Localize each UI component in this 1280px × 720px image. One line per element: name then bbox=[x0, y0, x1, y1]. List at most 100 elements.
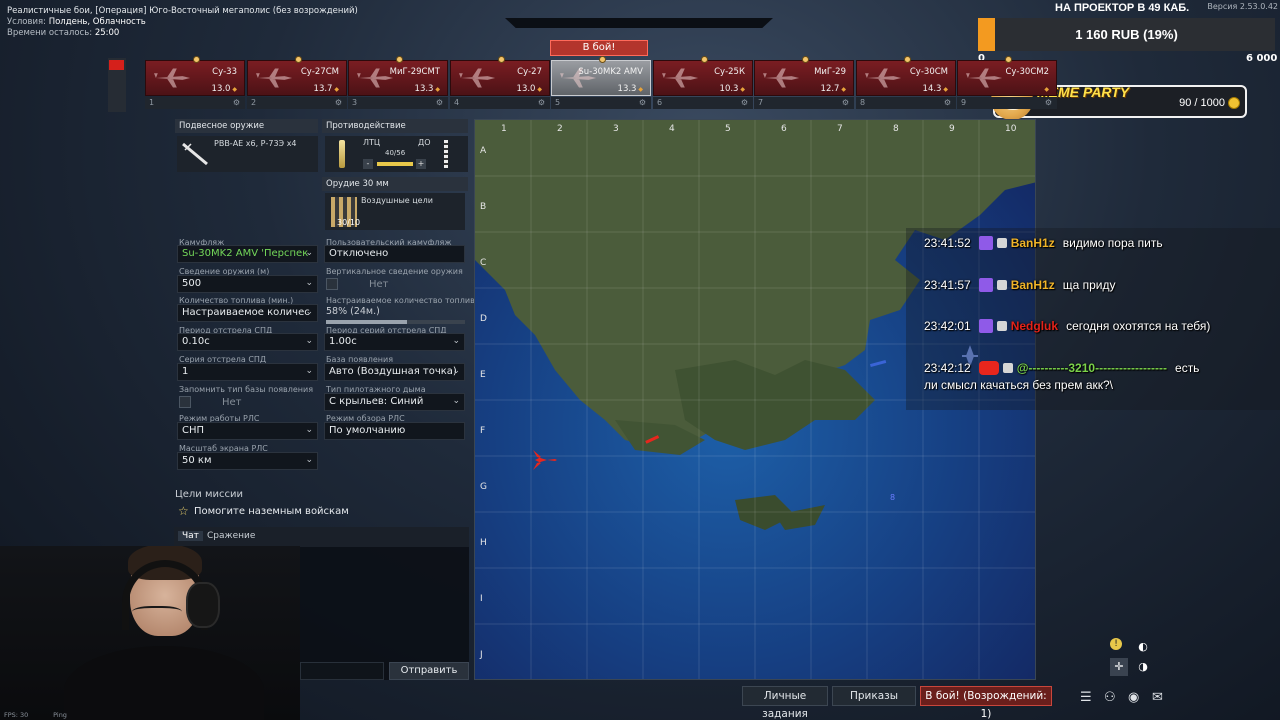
mail-icon[interactable]: ✉ bbox=[1152, 690, 1163, 705]
top-notch bbox=[505, 18, 773, 28]
aircraft-br: 13.0 bbox=[212, 84, 237, 94]
aircraft-slot[interactable]: Су-25К 10.3 bbox=[653, 56, 753, 96]
twitch-icon bbox=[978, 236, 993, 250]
star-icon: ☆ bbox=[178, 504, 189, 518]
mouse-icon[interactable]: ◐ bbox=[1134, 638, 1152, 656]
spawn-base-select[interactable]: Авто (Воздушная точка) ⌄ bbox=[324, 363, 465, 381]
tab-battle[interactable]: Сражение bbox=[207, 531, 255, 541]
radar-scale-value: 50 км bbox=[182, 455, 212, 466]
suspended-weapons-slot[interactable]: РВВ-АЕ х6, Р-73Э х4 bbox=[177, 136, 318, 172]
cm-ratio-slider[interactable] bbox=[377, 162, 413, 166]
chevron-down-icon: ⌄ bbox=[452, 396, 460, 406]
cm-series-value: 1 bbox=[182, 366, 189, 377]
cm-series-period-value: 1.00с bbox=[329, 336, 357, 347]
move-icon[interactable]: ✛ bbox=[1110, 658, 1128, 676]
map-col-label: 8 bbox=[893, 124, 899, 134]
aircraft-slot[interactable]: Су-30СМ2 bbox=[957, 56, 1057, 96]
aircraft-name: МиГ-29 bbox=[814, 67, 846, 77]
nation-flag bbox=[108, 58, 126, 112]
spawn-button[interactable]: В бой! (Возрождений: 1) bbox=[920, 686, 1052, 720]
gear-icon[interactable]: ⚙ bbox=[1045, 98, 1052, 107]
gear-icon[interactable]: ⚙ bbox=[538, 98, 545, 107]
slot-status-icon bbox=[498, 56, 505, 63]
personal-tasks-button[interactable]: Личные задания bbox=[742, 686, 828, 720]
vertical-conv-toggle[interactable] bbox=[326, 278, 338, 290]
mission-goals-title: Цели миссии bbox=[175, 489, 244, 500]
camo-select[interactable]: Su-30MK2 AMV 'Перспек ⌄ bbox=[177, 245, 318, 263]
cm-increase-button[interactable]: + bbox=[416, 159, 426, 169]
convergence-select[interactable]: 500 ⌄ bbox=[177, 275, 318, 293]
gear-icon[interactable]: ⚙ bbox=[335, 98, 342, 107]
map-row-label: J bbox=[479, 650, 483, 660]
countermeasures-slot[interactable]: ЛТЦ ДО 40/56 - + bbox=[325, 136, 468, 172]
slot-status-icon bbox=[295, 56, 302, 63]
map-col-label: 3 bbox=[613, 124, 619, 134]
slot-status-icon bbox=[1005, 56, 1012, 63]
streamer-shirt bbox=[64, 646, 264, 720]
radar-scale-select[interactable]: 50 км ⌄ bbox=[177, 452, 318, 470]
cm-decrease-button[interactable]: - bbox=[363, 159, 373, 169]
smoke-select[interactable]: С крыльев: Синий ⌄ bbox=[324, 393, 465, 411]
remember-base-toggle[interactable] bbox=[179, 396, 191, 408]
chevron-down-icon: ⌄ bbox=[305, 278, 313, 288]
cm-series-period-select[interactable]: 1.00с ⌄ bbox=[324, 333, 465, 351]
chevron-down-icon: ⌄ bbox=[305, 336, 313, 346]
chevron-down-icon: ⌄ bbox=[305, 307, 313, 317]
cm-period-select[interactable]: 0.10с ⌄ bbox=[177, 333, 318, 351]
headset-earcup bbox=[186, 582, 220, 628]
gear-icon[interactable]: ⚙ bbox=[944, 98, 951, 107]
cm-left-label: ЛТЦ bbox=[363, 138, 381, 147]
convergence-value: 500 bbox=[182, 278, 202, 289]
donation-progress-bar: 1 160 RUB (19%) bbox=[978, 18, 1275, 51]
mission-title: Реалистичные бои, [Операция] Юго-Восточн… bbox=[7, 6, 358, 16]
fuel-select[interactable]: Настраиваемое количес ⌄ bbox=[177, 304, 318, 322]
cm-period-value: 0.10с bbox=[182, 336, 210, 347]
battle-top-button[interactable]: В бой! bbox=[550, 40, 648, 56]
radar-scan-select[interactable]: По умолчанию bbox=[324, 422, 465, 440]
list-icon[interactable]: ☰ bbox=[1080, 690, 1092, 705]
radar-mode-select[interactable]: СНП ⌄ bbox=[177, 422, 318, 440]
message-time: 23:41:52 bbox=[924, 236, 971, 250]
chat-input[interactable] bbox=[300, 662, 384, 680]
squad-icon[interactable]: ⚇ bbox=[1104, 690, 1116, 705]
donation-title: НА ПРОЕКТОР В 49 КАБ. bbox=[1055, 2, 1190, 14]
chat-bubble-icon[interactable]: ◉ bbox=[1128, 690, 1139, 705]
aircraft-name: Su-30MK2 AMV bbox=[578, 67, 643, 77]
gear-icon[interactable]: ⚙ bbox=[436, 98, 443, 107]
slot-status-icon bbox=[193, 56, 200, 63]
aircraft-name: Су-25К bbox=[714, 67, 745, 77]
orders-button[interactable]: Приказы bbox=[832, 686, 916, 706]
aircraft-slot[interactable]: МиГ-29СМТ 13.3 bbox=[348, 56, 448, 96]
tab-chat[interactable]: Чат bbox=[178, 531, 203, 541]
stream-chat-message: 23:41:52 BanH1z видимо пора пить bbox=[924, 236, 1163, 250]
slot-number: 5 bbox=[555, 98, 561, 107]
chevron-down-icon: ⌄ bbox=[305, 248, 313, 258]
gear-icon[interactable]: ⚙ bbox=[741, 98, 748, 107]
cm-right-label: ДО bbox=[418, 138, 431, 147]
aircraft-slot[interactable]: Су-27 13.0 bbox=[450, 56, 550, 96]
aircraft-slot[interactable]: Су-27СМ 13.7 bbox=[247, 56, 347, 96]
slot-number: 1 bbox=[149, 98, 155, 107]
custom-fuel-slider[interactable] bbox=[326, 320, 465, 324]
aircraft-name: Су-27 bbox=[517, 67, 542, 77]
send-button[interactable]: Отправить bbox=[389, 662, 469, 680]
vertical-conv-value: Нет bbox=[369, 279, 389, 290]
aircraft-slot[interactable]: Су-33 13.0 bbox=[145, 56, 245, 96]
chaff-icon bbox=[444, 140, 448, 168]
aircraft-slot[interactable]: Su-30MK2 AMV 13.3 bbox=[551, 56, 651, 96]
aircraft-slot[interactable]: МиГ-29 12.7 bbox=[754, 56, 854, 96]
gear-icon[interactable]: ⚙ bbox=[639, 98, 646, 107]
twitch-icon bbox=[978, 319, 993, 333]
fps-value: FPS: 30 bbox=[4, 711, 29, 719]
alert-icon[interactable]: ! bbox=[1110, 638, 1122, 650]
gear-icon[interactable]: ⚙ bbox=[233, 98, 240, 107]
gun-ammo-slot[interactable]: Воздушные цели 30/10 bbox=[325, 193, 465, 230]
cm-series-select[interactable]: 1 ⌄ bbox=[177, 363, 318, 381]
stream-chat-message: 23:42:01 Nedgluk сегодня охотятся на тебя) bbox=[924, 319, 1210, 333]
user-camo-select[interactable]: Отключено bbox=[324, 245, 465, 263]
mouse-right-icon[interactable]: ◑ bbox=[1134, 658, 1152, 676]
ally-unit-marker: 8 bbox=[890, 493, 895, 502]
twitch-icon bbox=[978, 278, 993, 292]
gear-icon[interactable]: ⚙ bbox=[842, 98, 849, 107]
aircraft-slot[interactable]: Су-30СМ 14.3 bbox=[856, 56, 956, 96]
